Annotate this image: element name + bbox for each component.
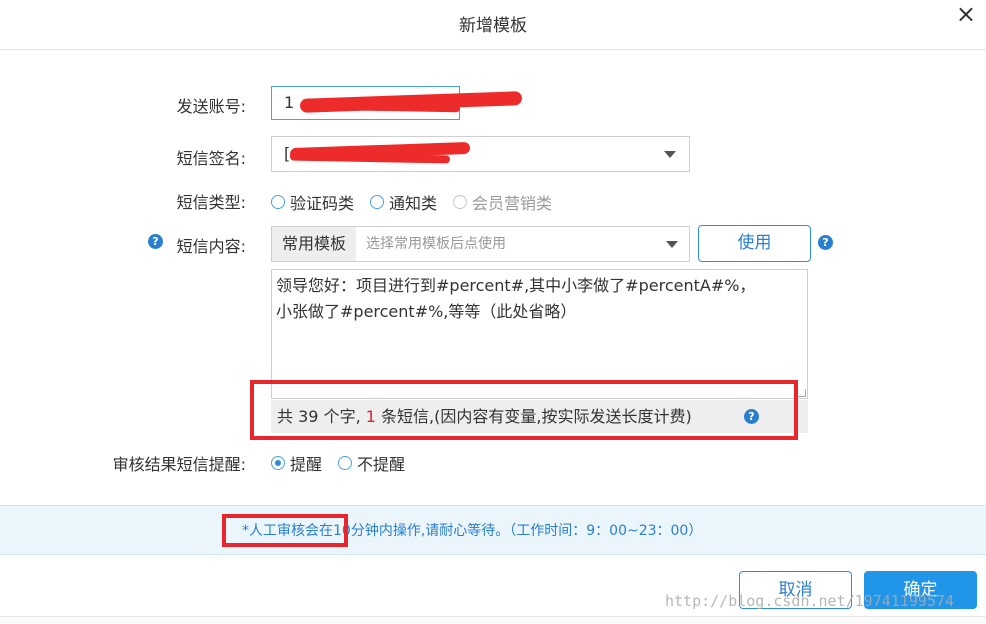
review-reminder-radio-group: 提醒 不提醒 — [271, 451, 405, 475]
sms-type-label: 短信类型: — [176, 193, 246, 212]
radio-checked-icon — [271, 456, 285, 470]
radio-icon — [338, 456, 353, 470]
watermark: http://blog.csdn.net/19741199574 — [665, 592, 954, 610]
dialog-title: 新增模板 — [459, 16, 527, 36]
review-reminder-label: 审核结果短信提醒: — [112, 455, 246, 474]
common-template-select[interactable]: 选择常用模板后点使用 — [356, 226, 690, 262]
radio-icon — [271, 195, 285, 209]
account-value: 1 — [284, 93, 295, 112]
common-template-prefix: 常用模板 — [271, 226, 357, 262]
radio-remind[interactable]: 提醒 — [271, 451, 322, 475]
background-strip — [0, 616, 986, 624]
use-template-button[interactable]: 使用 — [698, 225, 811, 262]
chevron-down-icon — [666, 241, 678, 248]
close-icon[interactable]: × — [956, 0, 976, 28]
resize-handle-icon[interactable] — [798, 389, 806, 397]
radio-verification-code[interactable]: 验证码类 — [271, 190, 354, 214]
radio-no-remind[interactable]: 不提醒 — [338, 451, 405, 475]
account-label: 发送账号: — [176, 97, 246, 116]
radio-icon — [370, 195, 385, 209]
sms-type-radio-group: 验证码类 通知类 会员营销类 — [271, 190, 552, 214]
radio-member-marketing[interactable]: 会员营销类 — [453, 190, 552, 214]
chevron-down-icon — [664, 151, 676, 158]
dialog-header: 新增模板 × — [0, 0, 986, 50]
new-template-dialog: 新增模板 × 发送账号: 1 短信签名: [ 短信类型: 验证码类 通知类 会员… — [0, 0, 986, 624]
signature-label: 短信签名: — [176, 149, 246, 168]
sms-content-label: 短信内容: — [176, 237, 246, 256]
radio-notification[interactable]: 通知类 — [370, 190, 437, 214]
radio-icon — [453, 195, 468, 209]
review-notice-bar: *人工审核会在10分钟内操作,请耐心等待。（工作时间：9：00~23：00） — [0, 505, 986, 555]
highlight-box — [222, 514, 348, 547]
content-line-2: 小张做了#percent#%,等等（此处省略） — [276, 302, 577, 321]
content-line-1: 领导您好：项目进行到#percent#,其中小李做了#percentA#%， — [276, 276, 756, 295]
help-icon[interactable]: ? — [818, 235, 833, 250]
highlight-box — [250, 380, 798, 440]
